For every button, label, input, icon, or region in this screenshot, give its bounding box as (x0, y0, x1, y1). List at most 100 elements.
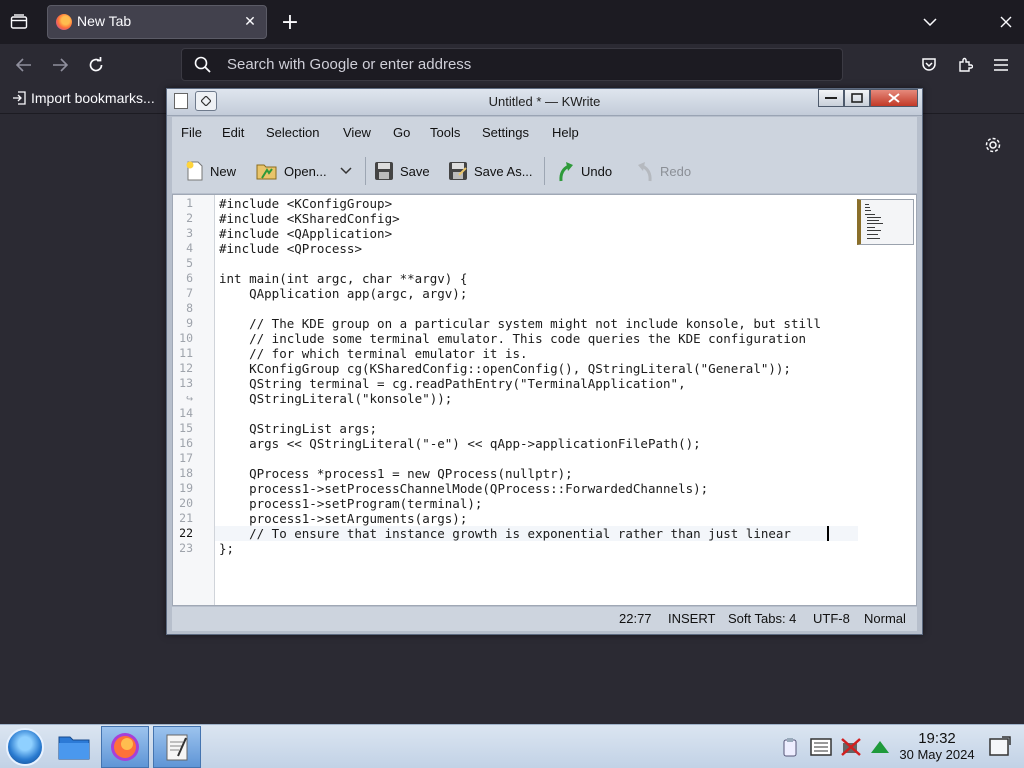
chevron-down-icon (340, 167, 352, 175)
code-line: QString terminal = cg.readPathEntry("Ter… (219, 376, 686, 391)
minimap-line (867, 217, 881, 218)
line-number: ↪ (186, 391, 193, 405)
open-button[interactable]: Open... (256, 155, 327, 187)
firefox-view-icon[interactable] (6, 10, 32, 34)
cursor-position[interactable]: 22:77 (619, 611, 652, 626)
search-icon (194, 56, 212, 78)
line-number: 13 (179, 376, 193, 390)
url-bar[interactable]: Search with Google or enter address (181, 48, 843, 81)
pocket-icon[interactable] (916, 52, 942, 78)
minimize-icon[interactable] (818, 89, 844, 107)
notes-tray-icon[interactable] (810, 737, 832, 757)
clock[interactable]: 19:32 30 May 2024 (896, 730, 978, 763)
minimap-line (867, 220, 879, 221)
close-tab-icon[interactable]: ✕ (240, 12, 260, 32)
menu-view[interactable]: View (343, 125, 371, 140)
menu-file[interactable]: File (181, 125, 202, 140)
code-line: #include <KSharedConfig> (219, 211, 400, 226)
minimap-line (867, 238, 880, 239)
extensions-icon[interactable] (952, 52, 978, 78)
open-label: Open... (284, 163, 327, 179)
code-line: #include <KConfigGroup> (219, 196, 393, 211)
code-line: #include <QProcess> (219, 241, 362, 256)
close-window-icon[interactable] (994, 10, 1018, 34)
save-icon (375, 162, 393, 180)
save-as-label: Save As... (474, 163, 533, 179)
update-arrow-icon[interactable] (870, 737, 890, 757)
indentation-setting[interactable]: Soft Tabs: 4 (728, 611, 796, 626)
line-number: 1 (186, 196, 193, 210)
browser-tab-bar: New Tab ✕ + (0, 0, 1024, 44)
text-editor-icon (166, 734, 188, 761)
firefox-icon (111, 733, 139, 761)
line-number: 12 (179, 361, 193, 375)
menu-settings[interactable]: Settings (482, 125, 529, 140)
code-line: process1->setArguments(args); (219, 511, 468, 526)
undo-label: Undo (581, 163, 613, 179)
browser-nav-bar: Search with Google or enter address (0, 44, 1024, 86)
save-as-icon (449, 162, 467, 180)
line-number: 20 (179, 496, 193, 510)
browser-tab[interactable]: New Tab ✕ (47, 5, 267, 39)
text-editor[interactable]: 1 2 3 4 5 6 7 8 9 10 11 12 13 ↪ 14 15 16 17 18 19 20 21 22 23 #… (172, 194, 917, 606)
url-placeholder: Search with Google or enter address (227, 56, 472, 73)
file-manager-task[interactable] (50, 726, 98, 768)
firefox-favicon-icon (56, 14, 72, 30)
view-mode[interactable]: Normal (864, 611, 906, 626)
minimap[interactable] (857, 199, 914, 245)
save-as-button[interactable]: Save As... (448, 155, 533, 187)
start-menu-icon[interactable] (6, 728, 44, 766)
window-titlebar[interactable]: Untitled * — KWrite (167, 89, 922, 116)
minimap-line (865, 214, 875, 215)
menu-edit[interactable]: Edit (222, 125, 244, 140)
tab-title: New Tab (77, 13, 132, 29)
redo-arrow-icon (638, 162, 652, 182)
code-line: QStringList args; (219, 421, 378, 436)
reload-icon[interactable] (82, 52, 110, 78)
clipboard-tray-icon[interactable] (780, 737, 800, 757)
hamburger-menu-icon[interactable] (988, 52, 1014, 78)
redo-button[interactable]: Redo (636, 155, 691, 187)
gear-icon[interactable] (980, 132, 1006, 158)
kwrite-task[interactable] (153, 726, 201, 768)
line-number: 18 (179, 466, 193, 480)
minimap-line (867, 234, 878, 235)
line-number-gutter: 1 2 3 4 5 6 7 8 9 10 11 12 13 ↪ 14 15 16 17 18 19 20 21 22 23 (173, 195, 215, 605)
new-button[interactable]: New (186, 155, 236, 187)
chevron-down-icon[interactable] (918, 10, 942, 34)
forward-arrow-icon[interactable] (46, 52, 74, 78)
menu-go[interactable]: Go (393, 125, 410, 140)
close-icon[interactable] (870, 89, 918, 107)
code-line: KConfigGroup cg(KSharedConfig::openConfi… (219, 361, 791, 376)
undo-button[interactable]: Undo (557, 155, 612, 187)
line-number: 3 (186, 226, 193, 240)
network-disconnected-icon[interactable] (840, 737, 861, 757)
back-arrow-icon[interactable] (10, 52, 38, 78)
maximize-icon[interactable] (844, 89, 870, 107)
open-recent-dropdown[interactable] (340, 155, 352, 187)
menu-help[interactable]: Help (552, 125, 579, 140)
open-folder-icon (256, 164, 277, 180)
input-mode[interactable]: INSERT (668, 611, 715, 626)
status-bar: 22:77 INSERT Soft Tabs: 4 UTF-8 Normal (172, 607, 917, 631)
show-desktop-icon[interactable] (988, 736, 1012, 758)
import-bookmarks-button[interactable]: Import bookmarks... (12, 90, 155, 106)
minimap-line (865, 207, 870, 208)
line-number: 23 (179, 541, 193, 555)
menu-tools[interactable]: Tools (430, 125, 460, 140)
undo-arrow-icon (559, 162, 573, 182)
text-cursor (827, 526, 829, 541)
window-controls (818, 89, 918, 107)
line-number: 16 (179, 436, 193, 450)
line-number: 2 (186, 211, 193, 225)
menu-selection[interactable]: Selection (266, 125, 319, 140)
code-line: // The KDE group on a particular system … (219, 316, 822, 331)
main-toolbar: New Open... Save Save As... Undo Redo (172, 149, 917, 193)
firefox-task[interactable] (101, 726, 149, 768)
line-number: 7 (186, 286, 193, 300)
minimap-line (867, 230, 881, 231)
new-tab-icon[interactable]: + (278, 10, 302, 35)
encoding-setting[interactable]: UTF-8 (813, 611, 850, 626)
save-button[interactable]: Save (374, 155, 430, 187)
code-line: QStringLiteral("konsole")); (219, 391, 453, 406)
